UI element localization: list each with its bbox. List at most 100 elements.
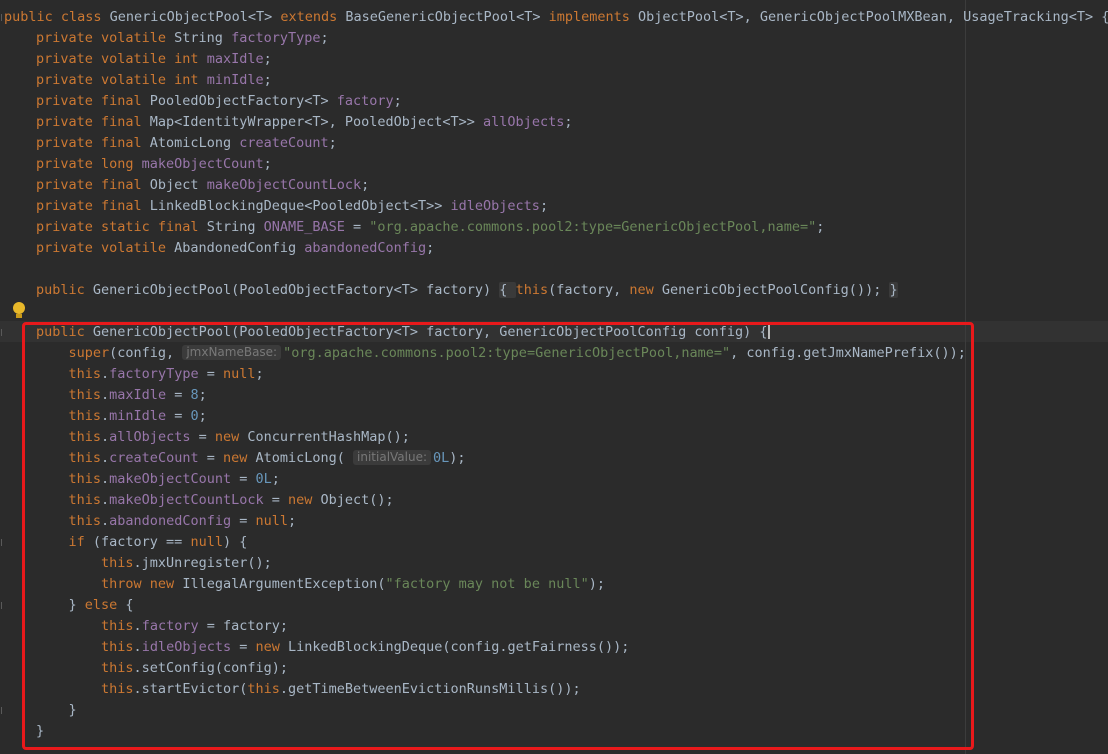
code-editor[interactable]: public class GenericObjectPool<T> extend… bbox=[0, 0, 1108, 754]
code-line[interactable]: this.minIdle = 0; bbox=[36, 406, 207, 427]
code-token: allObjects bbox=[483, 114, 565, 130]
code-line[interactable]: this.createCount = new AtomicLong( initi… bbox=[36, 448, 466, 469]
code-line[interactable]: private long makeObjectCount; bbox=[36, 154, 272, 175]
code-token: . bbox=[101, 492, 110, 508]
code-token: makeObjectCount bbox=[141, 156, 264, 172]
code-token: ; bbox=[361, 177, 370, 193]
code-token: . bbox=[133, 639, 142, 655]
code-token: minIdle bbox=[109, 408, 167, 424]
code-token: ONAME_BASE bbox=[263, 219, 345, 235]
code-line[interactable]: } else { bbox=[36, 595, 134, 616]
code-token: factoryType bbox=[109, 366, 199, 382]
code-line[interactable]: this.setConfig(config); bbox=[36, 658, 288, 679]
fold-marker-icon[interactable] bbox=[1, 602, 5, 609]
code-token: maxIdle bbox=[109, 387, 167, 403]
code-token: private static final bbox=[36, 219, 207, 235]
code-token: private volatile int bbox=[36, 72, 207, 88]
code-line[interactable]: if (factory == null) { bbox=[36, 532, 248, 553]
code-line[interactable]: this.makeObjectCountLock = new Object(); bbox=[36, 490, 394, 511]
code-token: . bbox=[101, 408, 110, 424]
code-token: this bbox=[68, 387, 102, 403]
code-line[interactable]: private final LinkedBlockingDeque<Pooled… bbox=[36, 196, 548, 217]
fold-marker-icon[interactable] bbox=[1, 329, 5, 336]
code-token: factoryType bbox=[231, 30, 321, 46]
code-line[interactable]: this.allObjects = new ConcurrentHashMap(… bbox=[36, 427, 410, 448]
code-token: ; bbox=[255, 366, 264, 382]
code-token: null bbox=[222, 366, 256, 382]
code-token: this bbox=[68, 513, 102, 529]
code-token: .setConfig(config); bbox=[133, 660, 288, 676]
code-line[interactable]: } bbox=[36, 700, 77, 721]
code-token: BaseGenericObjectPool<T> bbox=[345, 9, 549, 25]
code-line[interactable]: this.jmxUnregister(); bbox=[36, 553, 272, 574]
code-line[interactable]: this.startEvictor(this.getTimeBetweenEvi… bbox=[36, 679, 581, 700]
code-token: this bbox=[68, 492, 102, 508]
code-line[interactable]: this.factory = factory; bbox=[36, 616, 288, 637]
code-line[interactable]: private final AtomicLong createCount; bbox=[36, 133, 337, 154]
code-token: public bbox=[36, 324, 93, 340]
code-token: (factory, bbox=[548, 282, 630, 298]
code-line[interactable]: this.maxIdle = 8; bbox=[36, 385, 207, 406]
code-line[interactable]: this.factoryType = null; bbox=[36, 364, 264, 385]
code-line[interactable]: private final Map<IdentityWrapper<T>, Po… bbox=[36, 112, 572, 133]
code-token: = bbox=[231, 513, 256, 529]
code-token: ; bbox=[263, 156, 272, 172]
code-line[interactable]: this.idleObjects = new LinkedBlockingDeq… bbox=[36, 637, 629, 658]
code-line[interactable]: } bbox=[36, 721, 44, 742]
code-token: private volatile bbox=[36, 30, 175, 46]
code-line[interactable]: private volatile AbandonedConfig abandon… bbox=[36, 238, 434, 259]
fold-marker-icon[interactable] bbox=[1, 14, 5, 21]
code-line[interactable]: this.makeObjectCount = 0L; bbox=[36, 469, 280, 490]
code-line[interactable]: public GenericObjectPool(PooledObjectFac… bbox=[36, 280, 898, 301]
code-token: ) { bbox=[222, 534, 248, 550]
editor-gutter[interactable] bbox=[0, 0, 30, 754]
code-line[interactable]: private final Object makeObjectCountLock… bbox=[36, 175, 369, 196]
code-token: . bbox=[101, 366, 110, 382]
code-token: = bbox=[198, 366, 223, 382]
code-token: GenericObjectPool<T> bbox=[109, 9, 281, 25]
code-token: new bbox=[255, 639, 288, 655]
code-token: ; bbox=[539, 198, 549, 214]
code-line[interactable]: super(config, jmxNameBase: "org.apache.co… bbox=[36, 343, 966, 364]
code-token: 8 bbox=[190, 387, 199, 403]
fold-marker-icon[interactable] bbox=[1, 539, 5, 546]
code-token: this bbox=[101, 660, 134, 676]
code-token: abandonedConfig bbox=[109, 513, 232, 529]
code-token: GenericObjectPool(PooledObjectFactory<T>… bbox=[92, 324, 768, 340]
code-line[interactable]: this.abandonedConfig = null; bbox=[36, 511, 297, 532]
intention-bulb-icon[interactable] bbox=[12, 302, 26, 320]
code-token: . bbox=[101, 513, 110, 529]
code-token: .getTimeBetweenEvictionRunsMillis()); bbox=[279, 681, 581, 697]
code-line[interactable]: private volatile String factoryType; bbox=[36, 28, 329, 49]
code-line[interactable]: private volatile int maxIdle; bbox=[36, 49, 272, 70]
code-line[interactable]: private static final String ONAME_BASE =… bbox=[36, 217, 824, 238]
code-token: ); bbox=[449, 450, 466, 466]
code-token: new bbox=[629, 282, 662, 298]
code-token: String bbox=[206, 219, 264, 235]
code-token: extends bbox=[280, 9, 346, 25]
code-token: ; bbox=[816, 219, 825, 235]
code-token: "org.apache.commons.pool2:type=GenericOb… bbox=[283, 345, 731, 361]
code-line[interactable]: private final PooledObjectFactory<T> fac… bbox=[36, 91, 402, 112]
text-caret bbox=[767, 323, 770, 339]
code-token: makeObjectCountLock bbox=[109, 492, 264, 508]
fold-marker-icon[interactable] bbox=[1, 707, 5, 714]
code-token: = bbox=[231, 471, 256, 487]
code-token: Object bbox=[149, 177, 207, 193]
code-token: (factory == bbox=[92, 534, 191, 550]
code-token: this bbox=[68, 408, 102, 424]
code-line[interactable]: private volatile int minIdle; bbox=[36, 70, 272, 91]
code-token: this bbox=[68, 471, 102, 487]
right-margin-guide bbox=[965, 0, 966, 754]
code-token: new bbox=[222, 450, 256, 466]
code-token: this bbox=[247, 681, 280, 697]
code-token: ; bbox=[271, 471, 280, 487]
code-line[interactable]: public class GenericObjectPool<T> extend… bbox=[4, 7, 1108, 28]
code-line[interactable]: throw new IllegalArgumentException("fact… bbox=[36, 574, 605, 595]
code-line[interactable]: public GenericObjectPool(PooledObjectFac… bbox=[36, 322, 770, 343]
